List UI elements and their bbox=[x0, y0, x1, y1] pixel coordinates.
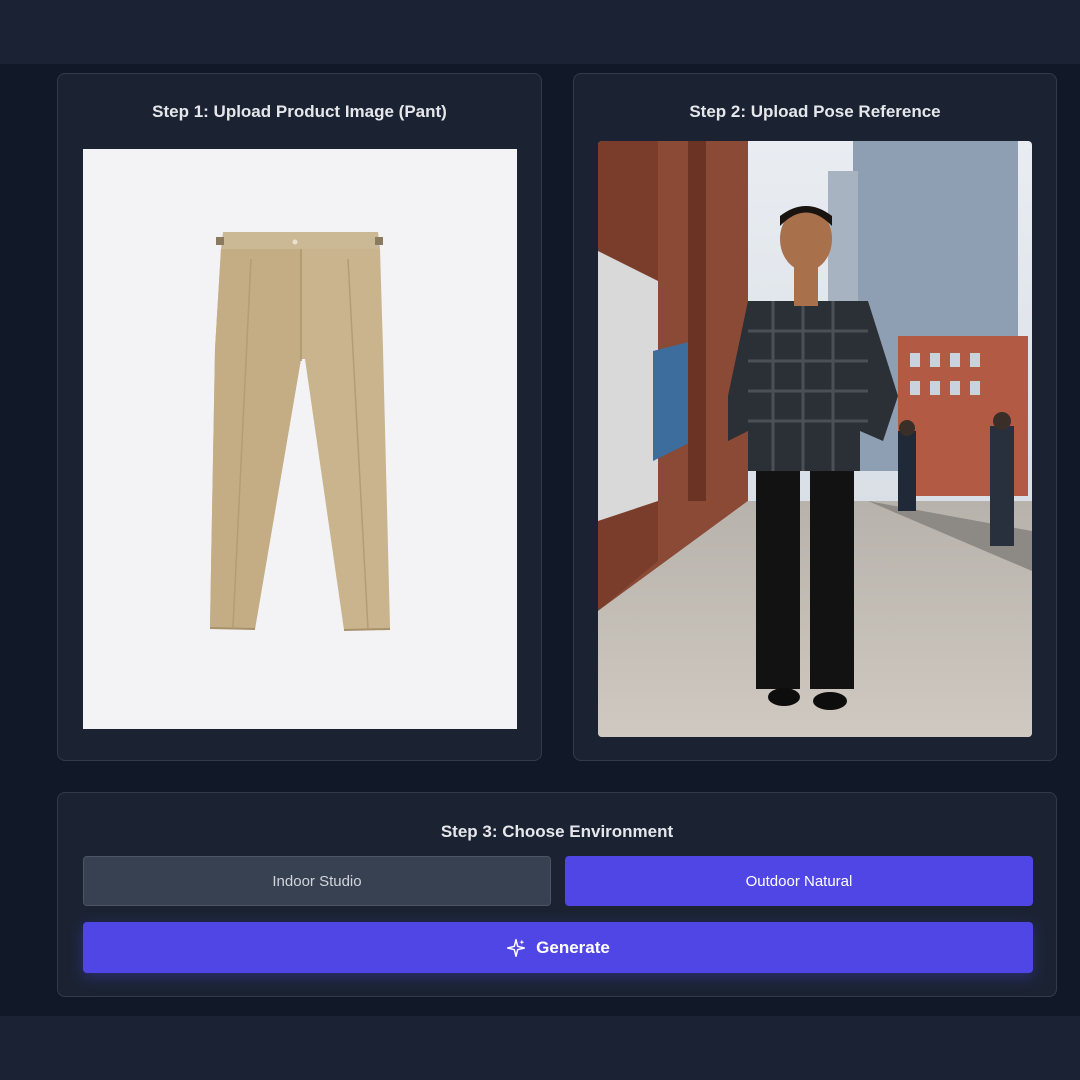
pose-upload-title: Step 2: Upload Pose Reference bbox=[689, 102, 941, 121]
top-bar bbox=[0, 0, 1080, 64]
environment-card: Step 3: Choose Environment Indoor Studio… bbox=[57, 792, 1057, 997]
product-upload-title: Step 1: Upload Product Image (Pant) bbox=[152, 102, 447, 121]
outdoor-natural-button[interactable]: Outdoor Natural bbox=[565, 856, 1033, 906]
bottom-bar bbox=[0, 1016, 1080, 1080]
generate-button[interactable]: Generate bbox=[83, 922, 1033, 973]
product-upload-card: Step 1: Upload Product Image (Pant) bbox=[57, 73, 542, 761]
generate-label: Generate bbox=[536, 937, 610, 957]
pants-illustration bbox=[83, 149, 517, 729]
sparkles-icon bbox=[507, 938, 526, 957]
indoor-studio-button[interactable]: Indoor Studio bbox=[83, 856, 551, 906]
pose-reference-image[interactable] bbox=[598, 141, 1032, 737]
pose-photo-illustration bbox=[598, 141, 1032, 737]
pose-upload-card: Step 2: Upload Pose Reference bbox=[573, 73, 1057, 761]
product-image[interactable] bbox=[83, 149, 517, 729]
environment-title: Step 3: Choose Environment bbox=[440, 822, 674, 841]
